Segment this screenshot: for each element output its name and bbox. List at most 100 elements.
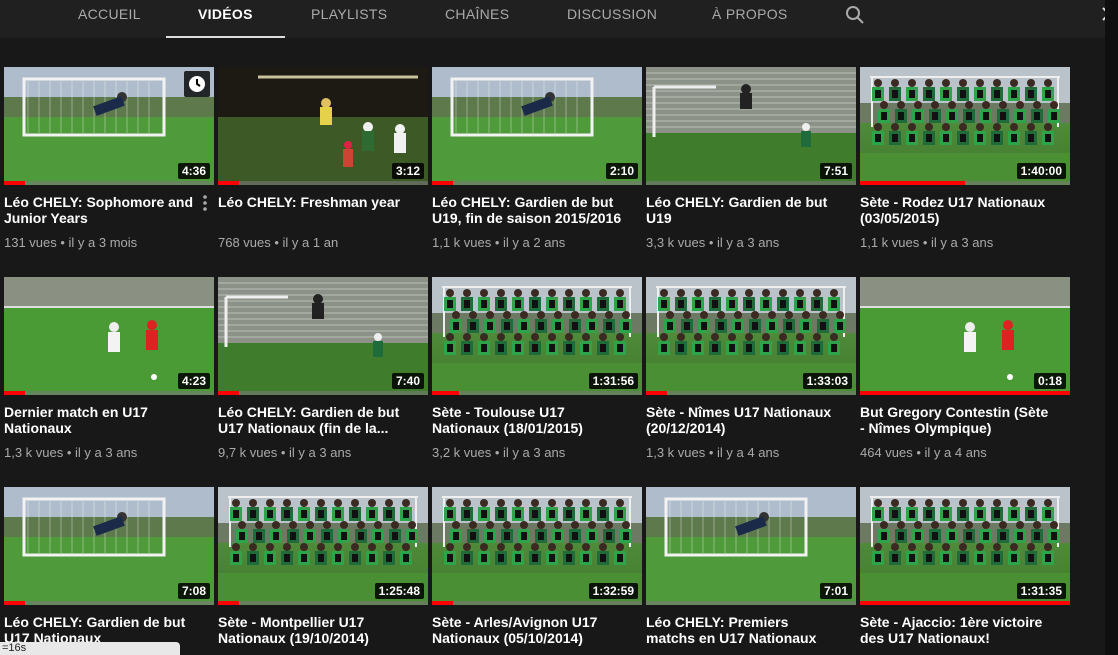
watch-progress-track <box>432 601 642 605</box>
video-thumbnail[interactable]: 1:32:59 <box>432 487 642 605</box>
video-thumbnail[interactable]: 1:31:56 <box>432 277 642 395</box>
video-meta: 1,3 k vues • il y a 4 ans <box>646 445 780 460</box>
video-card[interactable]: 7:01 Léo CHELY: Premiers matchs en U17 N… <box>646 487 856 655</box>
video-duration: 0:18 <box>1033 373 1066 389</box>
video-title[interactable]: Sète - Nîmes U17 Nationaux (20/12/2014) <box>646 404 836 436</box>
video-thumbnail[interactable]: 2:10 <box>432 67 642 185</box>
video-card[interactable]: 1:33:03 Sète - Nîmes U17 Nationaux (20/1… <box>646 277 856 460</box>
view-count: 1,1 k vues <box>432 235 492 250</box>
tab-a-propos[interactable]: À propos <box>712 0 788 38</box>
watch-later-clock-icon[interactable] <box>184 71 210 97</box>
watch-progress-track <box>4 181 214 185</box>
more-actions-icon[interactable] <box>202 193 208 213</box>
video-meta: 3,2 k vues • il y a 3 ans <box>432 445 566 460</box>
upload-age: il y a 3 ans <box>503 445 566 460</box>
watch-progress-fill <box>4 181 25 185</box>
video-thumbnail[interactable]: 4:36 <box>4 67 214 185</box>
video-card[interactable]: 1:32:59 Sète - Arles/Avignon U17 Nationa… <box>432 487 642 655</box>
video-thumbnail[interactable]: 7:01 <box>646 487 856 605</box>
view-count: 464 vues <box>860 445 913 460</box>
video-thumbnail[interactable]: 1:25:48 <box>218 487 428 605</box>
video-duration: 4:23 <box>177 373 210 389</box>
video-card[interactable]: 3:12 Léo CHELY: Freshman year 768 vues •… <box>218 67 428 250</box>
video-title[interactable]: Sète - Arles/Avignon U17 Nationaux (05/1… <box>432 614 622 646</box>
video-title[interactable]: Léo CHELY: Premiers matchs en U17 Nation… <box>646 614 836 646</box>
video-title[interactable]: Léo CHELY: Gardien de but U19, fin de sa… <box>432 194 622 226</box>
watch-progress-track <box>4 391 214 395</box>
video-duration: 7:51 <box>819 163 852 179</box>
video-card[interactable]: 1:31:56 Sète - Toulouse U17 Nationaux (1… <box>432 277 642 460</box>
video-thumbnail[interactable]: 1:40:00 <box>860 67 1070 185</box>
view-count: 131 vues <box>4 235 57 250</box>
watch-progress-track <box>860 391 1070 395</box>
video-duration: 3:12 <box>391 163 424 179</box>
video-thumbnail[interactable]: 7:40 <box>218 277 428 395</box>
tab-playlists[interactable]: Playlists <box>311 0 387 38</box>
upload-age: il y a 1 an <box>282 235 339 250</box>
video-thumbnail[interactable]: 0:18 <box>860 277 1070 395</box>
video-title[interactable]: Sète - Montpellier U17 Nationaux (19/10/… <box>218 614 408 646</box>
tab-discussion[interactable]: Discussion <box>567 0 657 38</box>
tab-accueil[interactable]: Accueil <box>78 0 141 38</box>
active-tab-underline <box>166 36 285 38</box>
watch-progress-track <box>646 391 856 395</box>
watch-progress-track <box>860 601 1070 605</box>
video-card[interactable]: 0:18 But Gregory Contestin (Sète - Nîmes… <box>860 277 1070 460</box>
tab-videos[interactable]: Vidéos <box>166 0 285 38</box>
right-scroll-strip <box>1105 0 1118 655</box>
video-card[interactable]: 7:40 Léo CHELY: Gardien de but U17 Natio… <box>218 277 428 460</box>
video-title[interactable]: Léo CHELY: Gardien de but U17 Nationaux … <box>218 404 408 436</box>
video-duration: 1:31:35 <box>1016 583 1066 599</box>
tab-videos-label: Vidéos <box>198 6 253 22</box>
watch-progress-fill <box>860 181 965 185</box>
upload-age: il y a 3 ans <box>931 235 994 250</box>
upload-age: il y a 3 ans <box>75 445 138 460</box>
video-meta: 1,3 k vues • il y a 3 ans <box>4 445 138 460</box>
video-card[interactable]: 1:31:35 Sète - Ajaccio: 1ère victoire de… <box>860 487 1070 655</box>
video-thumbnail[interactable]: 1:31:35 <box>860 487 1070 605</box>
video-card[interactable]: 2:10 Léo CHELY: Gardien de but U19, fin … <box>432 67 642 250</box>
video-meta: 9,7 k vues • il y a 3 ans <box>218 445 352 460</box>
video-title[interactable]: Léo CHELY: Sophomore and Junior Years <box>4 194 194 226</box>
video-thumbnail[interactable]: 7:08 <box>4 487 214 605</box>
view-count: 3,3 k vues <box>646 235 706 250</box>
video-title[interactable]: Sète - Ajaccio: 1ère victoire des U17 Na… <box>860 614 1050 646</box>
view-count: 768 vues <box>218 235 271 250</box>
video-title[interactable]: Sète - Toulouse U17 Nationaux (18/01/201… <box>432 404 622 436</box>
video-thumbnail[interactable]: 7:51 <box>646 67 856 185</box>
video-card[interactable]: 1:25:48 Sète - Montpellier U17 Nationaux… <box>218 487 428 655</box>
video-duration: 4:36 <box>177 163 210 179</box>
video-card[interactable]: 1:40:00 Sète - Rodez U17 Nationaux (03/0… <box>860 67 1070 250</box>
watch-progress-track <box>646 601 856 605</box>
video-duration: 7:01 <box>819 583 852 599</box>
video-meta: 1,1 k vues • il y a 2 ans <box>432 235 566 250</box>
video-card[interactable]: 4:23 Dernier match en U17 Nationaux 1,3 … <box>4 277 214 460</box>
watch-progress-track <box>432 391 642 395</box>
video-title[interactable]: But Gregory Contestin (Sète - Nîmes Olym… <box>860 404 1050 436</box>
video-thumbnail[interactable]: 1:33:03 <box>646 277 856 395</box>
status-tooltip: =16s <box>0 642 180 655</box>
video-card[interactable]: 7:08 Léo CHELY: Gardien de but U17 Natio… <box>4 487 214 655</box>
video-meta: 1,1 k vues • il y a 3 ans <box>860 235 994 250</box>
video-thumbnail[interactable]: 4:23 <box>4 277 214 395</box>
watch-progress-fill <box>432 391 460 395</box>
video-duration: 1:25:48 <box>374 583 424 599</box>
video-thumbnail[interactable]: 3:12 <box>218 67 428 185</box>
watch-progress-track <box>218 181 428 185</box>
video-meta: 464 vues • il y a 4 ans <box>860 445 987 460</box>
watch-progress-track <box>646 181 856 185</box>
video-title[interactable]: Léo CHELY: Freshman year <box>218 194 408 226</box>
video-title[interactable]: Léo CHELY: Gardien de but U19 <box>646 194 836 226</box>
video-title[interactable]: Dernier match en U17 Nationaux <box>4 404 194 436</box>
video-card[interactable]: 7:51 Léo CHELY: Gardien de but U19 3,3 k… <box>646 67 856 250</box>
upload-age: il y a 4 ans <box>924 445 987 460</box>
watch-progress-track <box>218 391 428 395</box>
watch-progress-track <box>4 601 214 605</box>
watch-progress-fill <box>432 181 453 185</box>
search-icon[interactable] <box>845 5 865 25</box>
video-title[interactable]: Sète - Rodez U17 Nationaux (03/05/2015) <box>860 194 1050 226</box>
watch-progress-fill <box>218 601 239 605</box>
tab-chaines[interactable]: Chaînes <box>445 0 509 38</box>
video-card[interactable]: 4:36 Léo CHELY: Sophomore and Junior Yea… <box>4 67 214 250</box>
view-count: 9,7 k vues <box>218 445 278 460</box>
